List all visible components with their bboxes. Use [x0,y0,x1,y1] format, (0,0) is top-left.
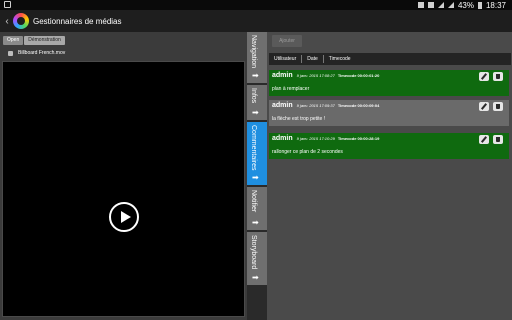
comment-text: plan à remplacer [272,86,310,92]
mute-icon [427,2,434,8]
app-title: Gestionnaires de médias [33,16,122,26]
tab-label: Infos [250,88,257,104]
tab-label: Navigation [250,35,257,69]
chevron-left-icon[interactable]: ‹ [2,16,12,27]
signal-icon [447,2,454,8]
bluetooth-icon [417,2,424,8]
add-comment-button[interactable]: Ajouter [272,35,302,47]
breadcrumb: Open Démonstration [3,36,66,45]
comment-timecode[interactable]: Timecode 00:00:09:04 [338,103,380,108]
comments-panel: Ajouter Utilisateur Date Timecode admin … [267,32,512,320]
comments-header: Utilisateur Date Timecode [269,53,511,65]
media-panel: Open Démonstration Billboard French.mov [0,32,247,320]
comment-timecode[interactable]: Timecode 00:00:28:19 [338,136,380,141]
breadcrumb-demonstration[interactable]: Démonstration [24,36,65,45]
tab-label: Commentaires [250,125,257,171]
app-bar: ‹ Gestionnaires de médias [0,10,512,32]
comment-text: la flèche est trop petite ! [272,116,326,122]
column-date[interactable]: Date [302,55,324,63]
column-timecode[interactable]: Timecode [324,55,356,63]
comment-row[interactable]: admin 9 janv. 2015 17:10:29 Timecode 00:… [269,133,509,159]
trash-icon[interactable] [493,72,503,81]
tab-infos[interactable]: Infos ➡ [247,85,267,121]
battery-percent: 43% [457,0,474,10]
clock: 18:37 [485,0,506,10]
video-player[interactable] [2,61,245,317]
comment-text: rallonger ce plan de 2 secondes [272,149,343,155]
breadcrumb-open[interactable]: Open [3,36,24,45]
comment-user: admin [272,102,293,109]
arrow-right-icon: ➡ [252,108,259,117]
file-icon [8,50,13,56]
edit-icon[interactable] [479,72,489,81]
tab-label: Notifier [250,190,257,213]
file-name: Billboard French.mov [18,50,66,56]
side-tabs: Navigation ➡ Infos ➡ Commentaires ➡ Noti… [247,32,267,320]
trash-icon[interactable] [493,135,503,144]
arrow-right-icon: ➡ [252,71,259,80]
trash-icon[interactable] [493,102,503,111]
tab-storyboard[interactable]: Storyboard ➡ [247,232,267,286]
comment-row[interactable]: admin 9 janv. 2015 17:08:27 Timecode 00:… [269,70,509,96]
comment-header: admin 9 janv. 2015 17:08:27 Timecode 00:… [272,72,379,81]
comment-user: admin [272,135,293,142]
comment-timecode[interactable]: Timecode 00:00:01:20 [338,73,380,78]
arrow-right-icon: ➡ [252,273,259,282]
comment-date: 9 janv. 2015 17:08:27 [296,73,335,78]
column-user[interactable]: Utilisateur [269,55,303,63]
comment-date: 9 janv. 2015 17:10:29 [296,136,335,141]
file-row[interactable]: Billboard French.mov [0,47,247,59]
screenshot-icon [4,1,11,8]
tab-label: Storyboard [250,235,257,270]
comment-header: admin 9 janv. 2015 17:09:37 Timecode 00:… [272,102,379,111]
edit-icon[interactable] [479,102,489,111]
status-left-icons [4,1,11,8]
comment-row[interactable]: admin 9 janv. 2015 17:09:37 Timecode 00:… [269,100,509,126]
tab-navigation[interactable]: Navigation ➡ [247,32,267,84]
play-circle-icon[interactable] [109,202,139,232]
color-wheel-icon[interactable] [13,13,29,29]
tab-notifier[interactable]: Notifier ➡ [247,187,267,231]
comment-date: 9 janv. 2015 17:09:37 [296,103,335,108]
comment-user: admin [272,72,293,79]
arrow-right-icon: ➡ [252,218,259,227]
edit-icon[interactable] [479,135,489,144]
status-bar: 43% 18:37 [0,0,512,10]
comment-header: admin 9 janv. 2015 17:10:29 Timecode 00:… [272,135,379,144]
arrow-right-icon: ➡ [252,173,259,182]
tab-commentaires[interactable]: Commentaires ➡ [247,122,267,186]
wifi-icon [437,2,444,8]
battery-icon [477,1,482,9]
status-right-icons: 43% 18:37 [417,0,506,10]
